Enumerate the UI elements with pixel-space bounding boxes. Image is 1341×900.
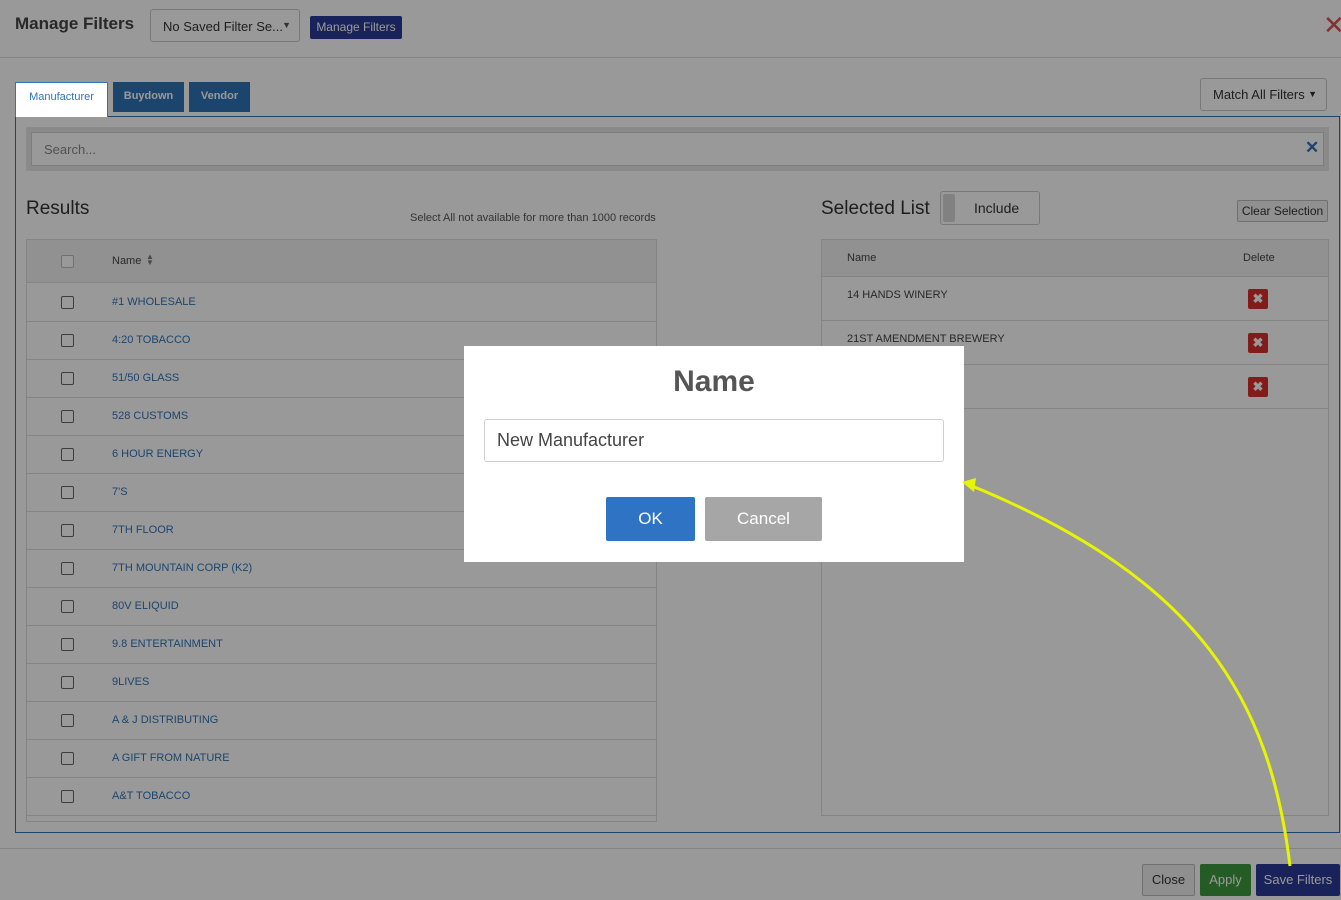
tab-manufacturer[interactable]: Manufacturer: [15, 82, 108, 117]
ok-button[interactable]: OK: [606, 497, 695, 541]
dialog-title: Name: [673, 365, 755, 398]
cancel-button[interactable]: Cancel: [705, 497, 822, 541]
name-dialog: Name New Manufacturer OK Cancel: [464, 346, 964, 562]
name-input[interactable]: New Manufacturer: [484, 419, 944, 462]
